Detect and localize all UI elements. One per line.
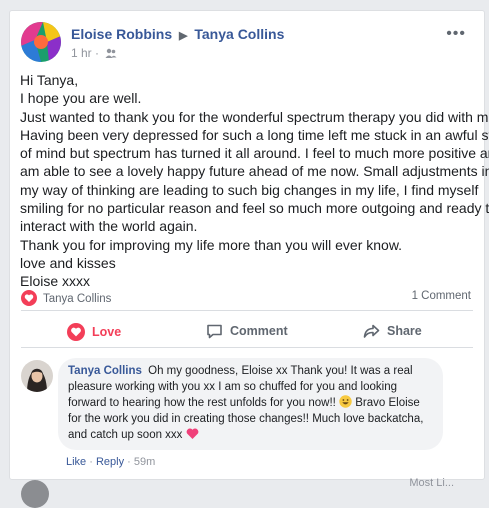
divider [21, 310, 473, 311]
comment-bubble: Tanya Collins Oh my goodness, Eloise xx … [58, 358, 443, 450]
comment-text: Oh my goodness, Eloise xx Thank you! It … [148, 365, 413, 377]
share-button[interactable]: Share [363, 323, 422, 340]
share-label: Share [387, 324, 422, 338]
post-line: interact with the world again. [20, 218, 198, 235]
post-line: Just wanted to thank you for the wonderf… [20, 108, 489, 125]
next-comment-avatar[interactable] [21, 480, 49, 508]
post-line: Hi Tanya, [20, 72, 79, 88]
comment-timestamp[interactable]: 59m [134, 456, 155, 468]
comment-like-link[interactable]: Like [66, 456, 86, 468]
post-card: Eloise Robbins ▶ Tanya Collins 1 hr · ••… [9, 10, 489, 508]
post-line: am able to see a lovely happy future ahe… [20, 163, 489, 180]
comment-actions: Like · Reply · 59m [66, 456, 156, 468]
comment-text: Bravo Eloise [355, 397, 420, 409]
love-label: Love [92, 325, 122, 339]
friends-audience-icon[interactable] [105, 47, 117, 62]
comment-sort-label[interactable]: Most Li... [409, 477, 454, 489]
comment-text: for the work you did in creating those c… [68, 412, 424, 425]
more-options-icon[interactable]: ••• [446, 25, 466, 43]
comment-author-link[interactable]: Tanya Collins [68, 365, 142, 377]
share-icon [363, 324, 380, 338]
comment-text: and catch up soon xxx [68, 429, 183, 441]
comment-text: forward to hearing how the rest unfolds … [68, 397, 336, 409]
post-text: Hi Tanya, I hope you are well. Just want… [20, 71, 489, 291]
comment-count-link[interactable]: 1 Comment [412, 290, 471, 302]
recipient-name-link[interactable]: Tanya Collins [194, 26, 284, 42]
comment-label: Comment [230, 324, 288, 338]
post-line: Having been very depressed for such a lo… [20, 126, 489, 143]
comment-button[interactable]: Comment [206, 323, 288, 340]
author-name-link[interactable]: Eloise Robbins [71, 26, 172, 42]
post-actions-bar: Love Comment Share [10, 317, 484, 347]
heart-icon [67, 323, 85, 341]
comment-reply-link[interactable]: Reply [96, 456, 124, 468]
comment-text: pleasure working with you xx I am so chu… [68, 380, 397, 393]
reactor-name: Tanya Collins [43, 293, 112, 305]
post-header: Eloise Robbins ▶ Tanya Collins [71, 26, 284, 42]
post-line: smiling for no particular reason and fee… [20, 200, 489, 217]
post-timestamp[interactable]: 1 hr [71, 46, 92, 60]
post-line: of mind but spectrum has turned it all a… [20, 145, 489, 162]
post-line: love and kisses [20, 254, 116, 271]
grinning-emoji-icon [339, 395, 352, 408]
love-reaction-icon [21, 290, 37, 306]
post-line: my way of thinking are leading to such b… [20, 181, 479, 198]
post-meta: 1 hr · [71, 46, 117, 62]
post-line: Eloise xxxx [20, 273, 91, 290]
author-avatar[interactable] [21, 22, 61, 62]
heart-emoji-icon [186, 427, 199, 440]
reactions-summary[interactable]: Tanya Collins [21, 290, 111, 306]
comment-icon [207, 324, 222, 339]
commenter-avatar[interactable] [21, 360, 53, 392]
post-line: Thank you for improving my life more tha… [20, 236, 403, 253]
shared-to-arrow-icon: ▶ [179, 30, 188, 42]
post-line: I hope you are well. [20, 90, 142, 107]
divider [21, 347, 473, 348]
love-button[interactable]: Love [67, 323, 121, 341]
